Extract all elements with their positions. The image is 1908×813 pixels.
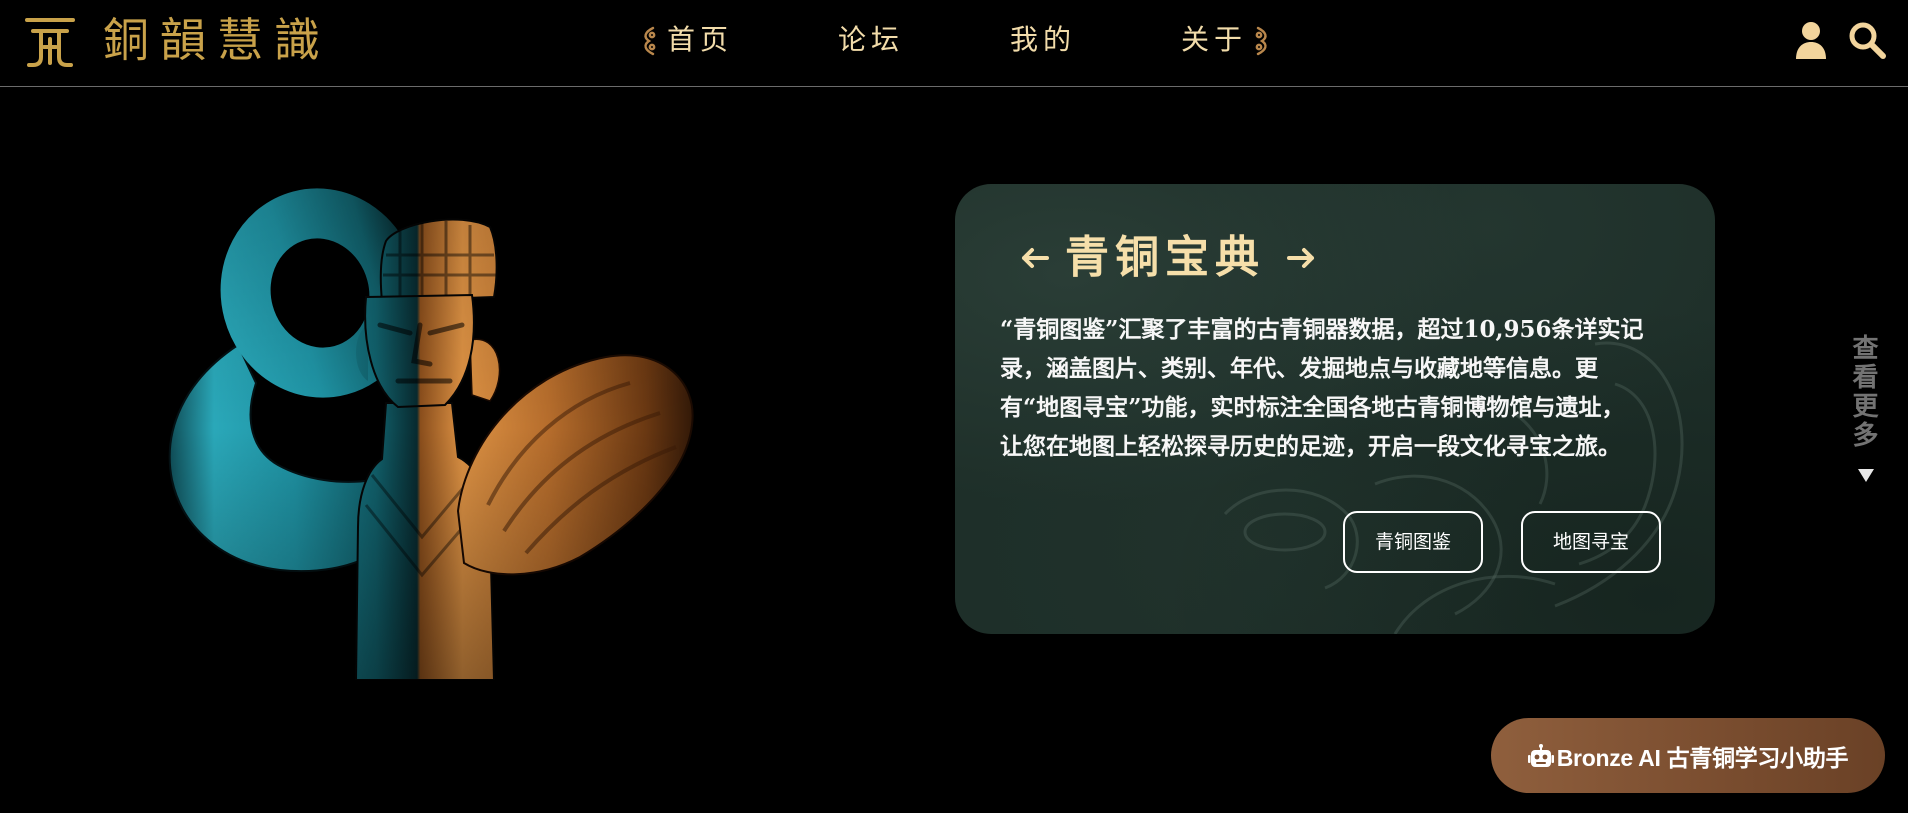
statue-depth-shading [160,175,700,680]
bronze-encyclopedia-card: 青铜宝典 “青铜图鉴”汇聚了丰富的古青铜器数据，超过10,956条详实记 录，涵… [955,184,1715,634]
see-more-link[interactable]: 查看更多 [1848,334,1882,452]
nav-item-mine[interactable]: 我的 [1010,20,1076,60]
ai-assistant-button[interactable]: Bronze AI 古青铜学习小助手 [1491,718,1885,793]
nav-item-forum[interactable]: 论坛 [838,20,904,60]
nav-item-about[interactable]: 关于 [1181,20,1247,60]
card-description-line: 让您在地图上轻松探寻历史的足迹，开启一段文化寻宝之旅。 [1000,433,1621,460]
ai-assistant-label: Bronze AI 古青铜学习小助手 [1556,744,1849,771]
site-header: 銅韻慧識 首页 论坛 我的 关于 [0,0,1908,87]
card-description-line: “青铜图鉴”汇聚了丰富的古青铜器数据，超过10,956条详实记 [1000,316,1644,343]
search-icon[interactable] [1848,21,1886,59]
card-description-line: 有“地图寻宝”功能，实时标注全国各地古青铜博物馆与遗址， [1000,394,1625,421]
user-icon[interactable] [1795,21,1827,59]
arrow-right-icon[interactable] [1287,247,1317,269]
card-description-line: 录，涵盖图片、类别、年代、发掘地点与收藏地等信息。更 [1000,355,1598,382]
triangle-down-icon[interactable] [1857,466,1875,484]
arrow-left-icon[interactable] [1019,247,1049,269]
bronze-catalog-button[interactable]: 青铜图鉴 [1343,511,1483,573]
map-treasure-button[interactable]: 地图寻宝 [1521,511,1661,573]
card-description: “青铜图鉴”汇聚了丰富的古青铜器数据，超过10,956条详实记 录，涵盖图片、类… [1000,310,1705,466]
nav-item-home[interactable]: 首页 [667,20,733,60]
robot-icon [1527,743,1554,767]
ornament-left-icon [644,26,656,56]
bronze-statue-image [160,175,700,680]
ornament-right-icon [1255,26,1267,56]
card-title: 青铜宝典 [1065,232,1265,283]
main-nav: 首页 论坛 我的 关于 [0,0,1908,86]
